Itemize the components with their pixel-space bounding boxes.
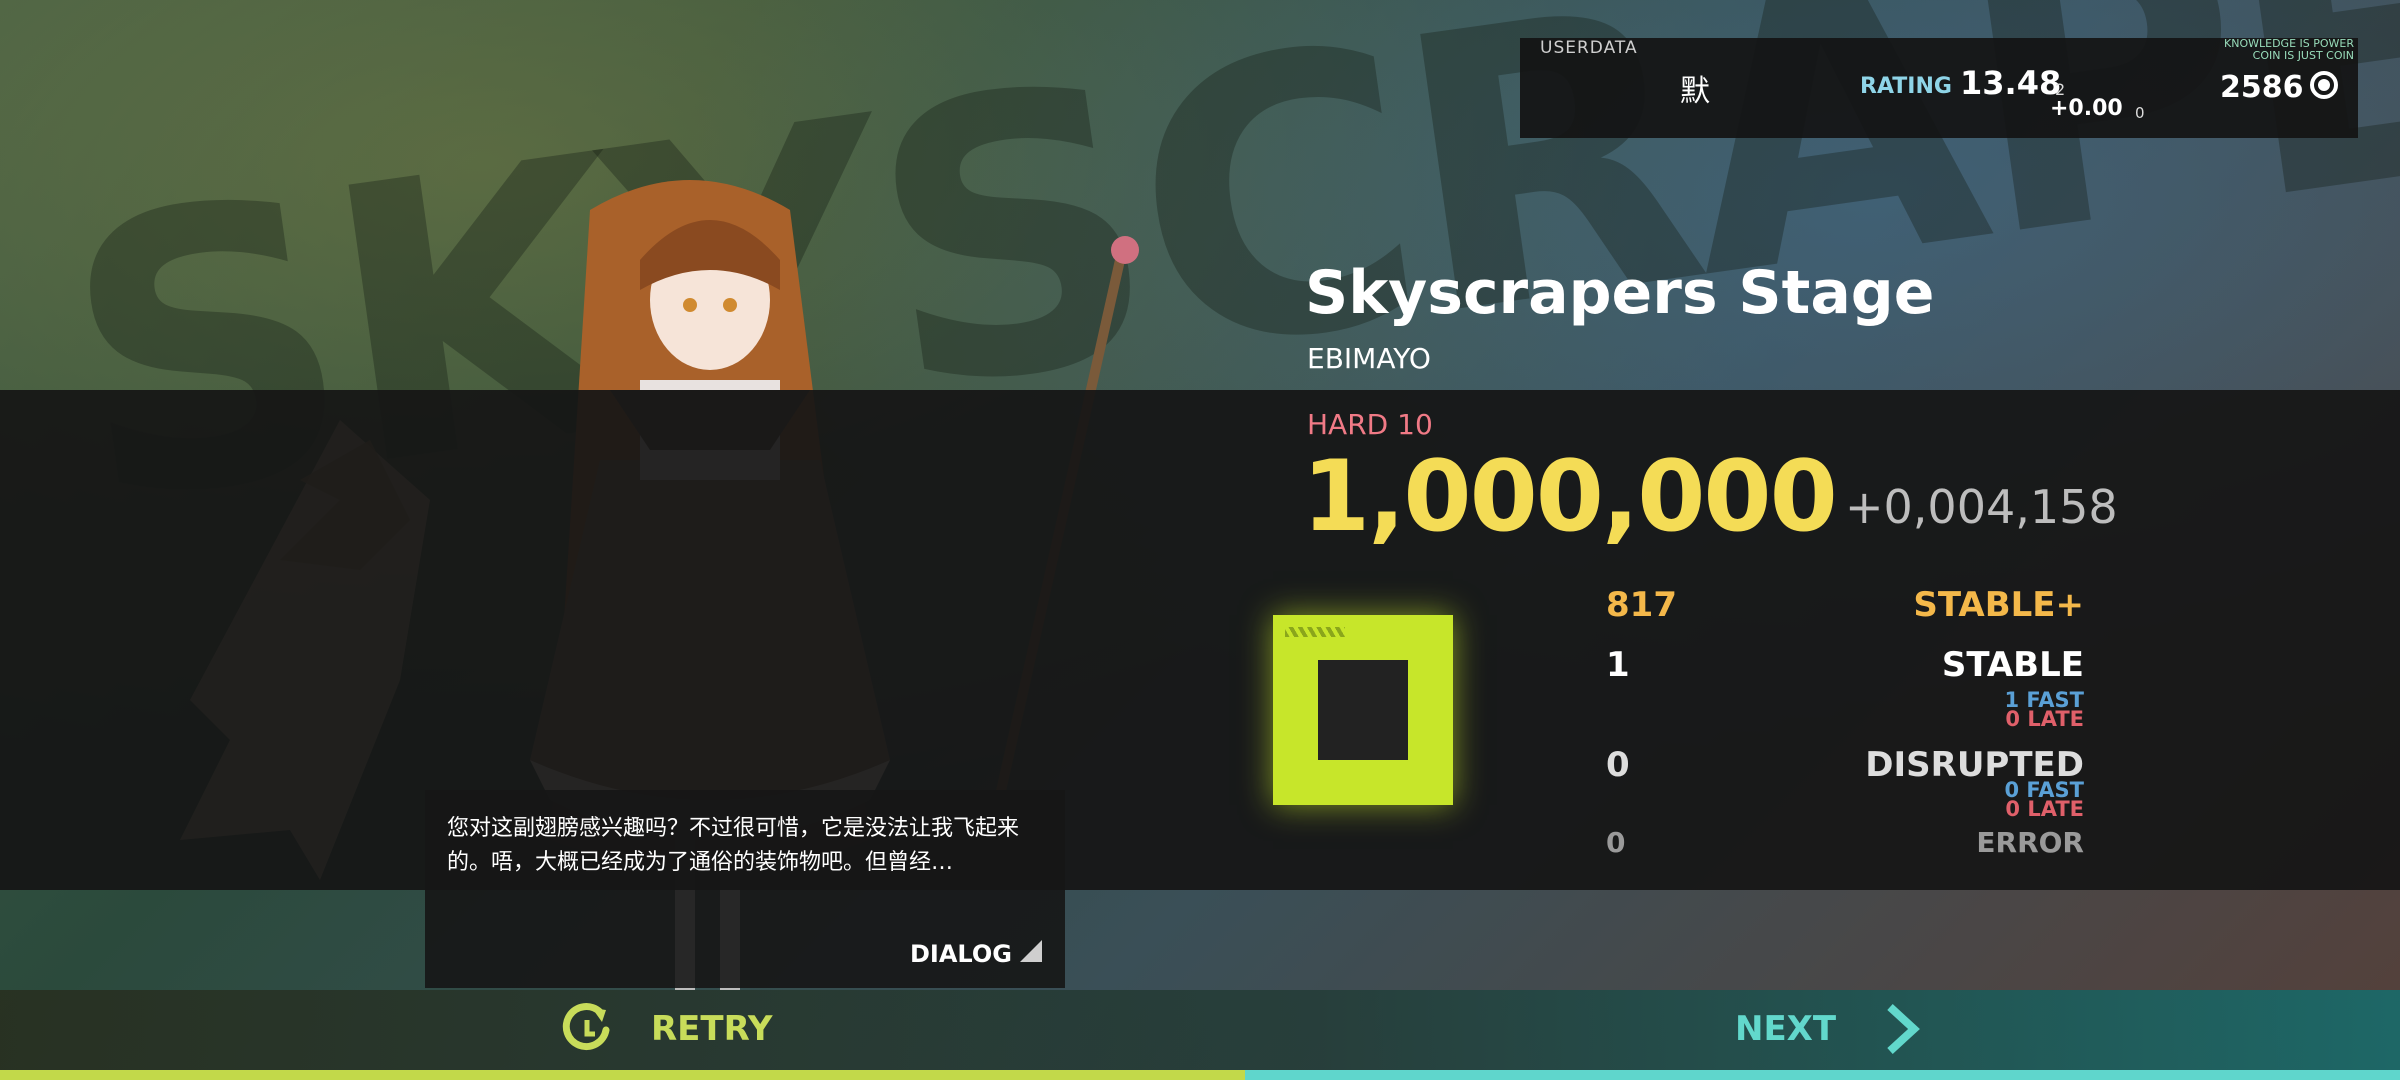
coin-icon: [2310, 71, 2338, 99]
stable-label: STABLE: [1941, 645, 2084, 685]
next-accent-strip: [1245, 1070, 2400, 1080]
username: 默: [1680, 74, 1710, 109]
song-title: Skyscrapers Stage: [1305, 258, 1935, 328]
dialog-corner-icon: [1020, 940, 1042, 962]
dialog-text: 您对这副翅膀感兴趣吗？不过很可惜，它是没法让我飞起来的。唔，大概已经成为了通俗的…: [447, 816, 1020, 875]
rating-delta-subdigit: 0: [2135, 104, 2145, 122]
userdata-label: USERDATA: [1540, 38, 1638, 58]
score-delta: +0,004,158: [1845, 480, 2118, 534]
error-count: 0: [1606, 826, 1626, 859]
retry-label: RETRY: [651, 1009, 773, 1049]
difficulty-label: HARD 10: [1307, 408, 1433, 441]
rating-delta: +0.00: [2050, 96, 2123, 121]
character-dialog[interactable]: 您对这副翅膀感兴趣吗？不过很可惜，它是没法让我飞起来的。唔，大概已经成为了通俗的…: [425, 790, 1065, 988]
stable-late: 0 LATE: [2005, 707, 2084, 731]
chevron-right-icon: [1887, 1004, 1920, 1054]
grade-stripes: [1285, 627, 1345, 637]
stable-plus-label: STABLE+: [1913, 585, 2084, 625]
bottom-action-bar: [0, 990, 2400, 1080]
grade-emblem-center: [1318, 660, 1408, 760]
rating-label: RATING: [1860, 74, 1952, 99]
stable-count: 1: [1606, 645, 1630, 685]
dialog-button[interactable]: DIALOG: [910, 940, 1012, 968]
song-artist: EBIMAYO: [1307, 342, 1431, 375]
next-label: NEXT: [1735, 1009, 1837, 1049]
retry-button[interactable]: RETRY: [555, 995, 1075, 1065]
retry-accent-strip: [0, 1070, 1245, 1080]
score-value: 1,000,000: [1302, 440, 1838, 554]
coin-count: 2586: [2220, 70, 2304, 105]
error-label: ERROR: [1976, 826, 2084, 859]
next-button[interactable]: NEXT: [1700, 995, 1960, 1065]
coin-tagline-line2: COIN IS JUST COIN: [2252, 49, 2354, 62]
rating-value: 13.48: [1960, 64, 2062, 102]
disrupted-count: 0: [1606, 745, 1630, 785]
disrupted-late: 0 LATE: [2005, 797, 2084, 821]
stable-plus-count: 817: [1606, 585, 1677, 625]
grade-emblem: [1273, 615, 1453, 805]
retry-icon: [562, 1003, 610, 1051]
user-panel: USERDATA 默 RATING 13.48 2 +0.00 0 KNOWLE…: [1520, 38, 2358, 138]
coin-tagline: KNOWLEDGE IS POWER COIN IS JUST COIN: [2154, 38, 2354, 62]
